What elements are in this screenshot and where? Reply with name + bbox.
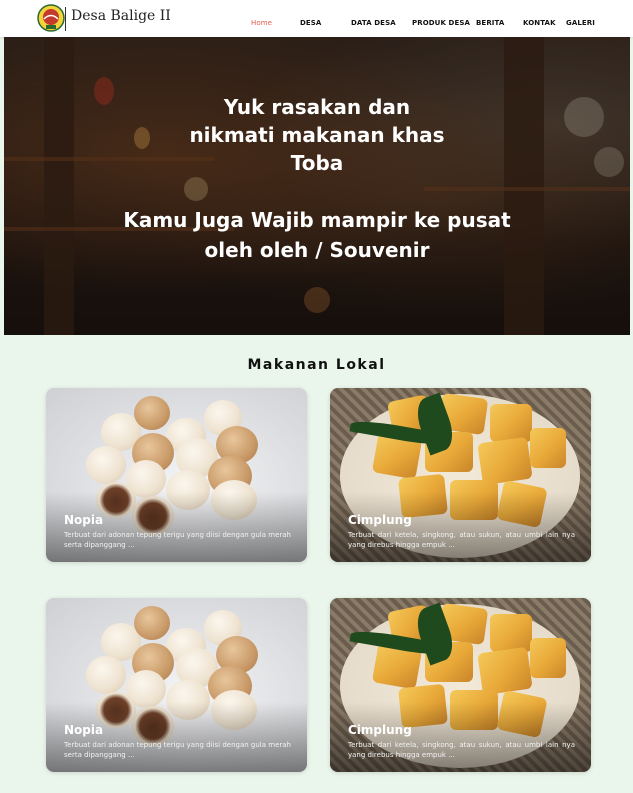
nav-berita[interactable]: BERITA xyxy=(476,19,504,27)
card-title: Nopia xyxy=(64,723,104,737)
card-description: Terbuat dari adonan tepung terigu yang d… xyxy=(64,531,291,549)
top-navbar: Desa Balige II Home DESA DATA DESA PRODU… xyxy=(0,0,633,37)
card-title: Nopia xyxy=(64,513,104,527)
food-card-cimplung[interactable]: Cimplung Terbuat dari ketela, singkong, … xyxy=(330,388,591,562)
hero-title: Yuk rasakan dan nikmati makanan khas Tob… xyxy=(189,95,445,175)
card-description: Terbuat dari ketela, singkong, atau suku… xyxy=(348,531,575,549)
food-card-nopia[interactable]: Nopia Terbuat dari adonan tepung terigu … xyxy=(46,598,307,772)
hero-subtitle: Kamu Juga Wajib mampir ke pusat oleh ole… xyxy=(123,208,511,262)
brand-divider xyxy=(65,7,66,31)
brand-name[interactable]: Desa Balige II xyxy=(71,8,171,24)
food-card-cimplung[interactable]: Cimplung Terbuat dari ketela, singkong, … xyxy=(330,598,591,772)
nav-data-desa[interactable]: DATA DESA xyxy=(351,19,396,27)
village-logo[interactable] xyxy=(37,4,65,32)
section-title: Makanan Lokal xyxy=(247,357,386,373)
nav-home[interactable]: Home xyxy=(251,19,272,27)
card-description: Terbuat dari ketela, singkong, atau suku… xyxy=(348,741,575,759)
card-title: Cimplung xyxy=(348,723,412,737)
card-title: Cimplung xyxy=(348,513,412,527)
hero-banner: Yuk rasakan dan nikmati makanan khas Tob… xyxy=(4,37,630,335)
food-card-nopia[interactable]: Nopia Terbuat dari adonan tepung terigu … xyxy=(46,388,307,562)
card-description: Terbuat dari adonan tepung terigu yang d… xyxy=(64,741,291,759)
nav-kontak[interactable]: KONTAK xyxy=(523,19,556,27)
nav-desa[interactable]: DESA xyxy=(300,19,321,27)
nav-produk-desa[interactable]: PRODUK DESA xyxy=(412,19,470,27)
nav-galeri[interactable]: GALERI xyxy=(566,19,595,27)
